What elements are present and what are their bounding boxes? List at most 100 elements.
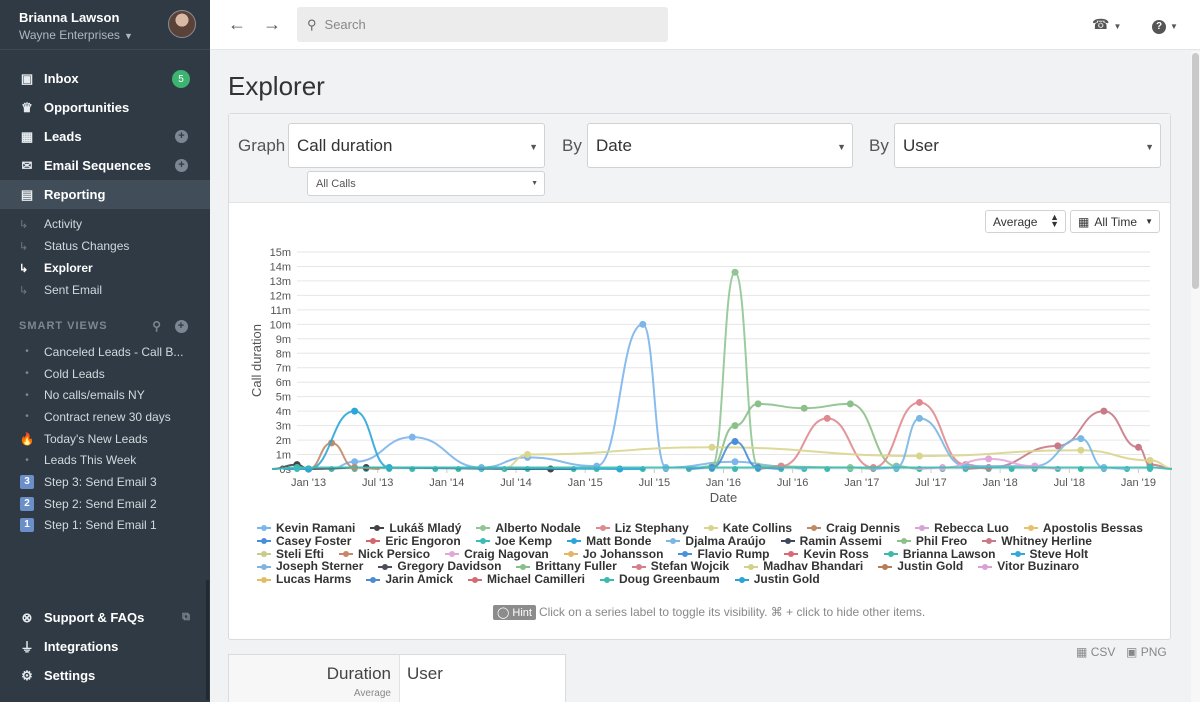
data-point <box>915 414 923 422</box>
reporting-sub-status-changes[interactable]: ↳ Status Changes <box>0 235 210 257</box>
y-tick-label: 7m <box>276 363 291 375</box>
nav-item-opportunities[interactable]: ♛ Opportunities <box>0 93 210 122</box>
data-point <box>846 400 854 408</box>
legend-item[interactable]: Joe Kemp <box>475 533 553 548</box>
legend-item[interactable]: Doug Greenbaum <box>600 573 720 586</box>
nav-item-inbox[interactable]: ▣ Inbox 5 <box>0 64 210 93</box>
legend-label: Lukáš Mladý <box>389 521 462 535</box>
search-input[interactable]: ⚲ Search <box>297 7 668 42</box>
reporting-sub-label: Explorer <box>44 261 93 275</box>
main-scrollbar[interactable] <box>1191 51 1200 702</box>
legend-item[interactable]: Kate Collins <box>703 522 792 535</box>
phone-menu[interactable]: ☎ ▼ <box>1092 16 1121 33</box>
legend-item[interactable]: Phil Freo <box>896 533 968 548</box>
user-column-header[interactable]: User <box>407 664 443 684</box>
legend-item[interactable]: Kevin Ramani <box>257 522 355 535</box>
smart-view-item[interactable]: • Cold Leads <box>0 363 210 385</box>
legend-item[interactable]: Ramin Assemi <box>780 534 882 548</box>
legend-item[interactable]: Casey Foster <box>257 534 351 548</box>
series-swatch-icon <box>475 536 490 546</box>
duration-column-header[interactable]: Duration Average <box>229 655 400 702</box>
back-arrow-icon[interactable]: ← <box>228 14 246 35</box>
help-menu[interactable]: ? ▼ <box>1152 16 1178 34</box>
bullet-icon: • <box>25 389 29 401</box>
legend-item[interactable]: Vitor Buzinaro <box>978 560 1079 573</box>
legend-item[interactable]: Djalma Araújo <box>666 534 766 548</box>
nav-item-support-faqs[interactable]: ⊗ Support & FAQs ⧉ <box>0 603 210 632</box>
series-swatch-icon <box>780 536 795 546</box>
smart-view-item[interactable]: 🔥 Today's New Leads <box>0 428 210 450</box>
smart-views-title: SMART VIEWS <box>19 320 108 332</box>
add-smart-view-icon[interactable]: + <box>175 320 188 333</box>
org-name[interactable]: Wayne Enterprises ▼ <box>19 28 191 42</box>
legend-item[interactable]: Michael Camilleri <box>467 573 585 586</box>
smart-view-item[interactable]: • Leads This Week <box>0 449 210 471</box>
legend-label: Doug Greenbaum <box>619 572 720 587</box>
data-point <box>616 465 624 473</box>
legend-label: Joe Kemp <box>494 533 553 548</box>
reporting-sub-label: Activity <box>44 217 83 231</box>
smart-view-item[interactable]: • No calls/emails NY <box>0 384 210 406</box>
reporting-sub-sent-email[interactable]: ↳ Sent Email <box>0 279 210 301</box>
legend-item[interactable]: Justin Gold <box>734 573 820 586</box>
sub-arrow-icon: ↳ <box>19 218 29 231</box>
smart-view-item[interactable]: • Contract renew 30 days <box>0 406 210 428</box>
data-point <box>351 407 359 415</box>
explorer-panel: Graph Call duration ▼ All Calls ▼ By Date ▼… <box>228 113 1172 640</box>
legend-item[interactable]: Liz Stephany <box>595 521 689 535</box>
nav-item-settings[interactable]: ⚙ Settings <box>0 661 210 690</box>
legend-item[interactable]: Jarin Amick <box>366 573 453 586</box>
sidebar-scrollbar[interactable] <box>206 580 209 700</box>
x-tick-label: Jan '19 <box>1121 477 1156 489</box>
reporting-sub-activity[interactable]: ↳ Activity <box>0 213 210 235</box>
forward-arrow-icon[interactable]: → <box>263 14 281 35</box>
legend-item[interactable]: Alberto Nodale <box>476 522 581 535</box>
data-point <box>731 458 739 466</box>
external-link-icon[interactable]: ⧉ <box>182 611 190 624</box>
series-swatch-icon <box>703 523 718 533</box>
data-point <box>915 398 923 406</box>
chart-hint: ◯ Hint Click on a series label to toggle … <box>493 605 925 620</box>
legend-item[interactable]: Rebecca Luo <box>915 522 1009 535</box>
legend-label: Liz Stephany <box>614 521 689 535</box>
data-point <box>731 268 739 276</box>
csv-label: CSV <box>1090 645 1116 659</box>
nav-item-email-sequences[interactable]: ✉ Email Sequences + <box>0 151 210 180</box>
smart-view-item[interactable]: 1 Step 1: Send Email 1 <box>0 515 210 537</box>
y-tick-label: 12m <box>270 290 291 302</box>
scrollbar-thumb[interactable] <box>1192 53 1199 289</box>
export-png-link[interactable]: ▣ PNG <box>1126 645 1167 659</box>
smart-view-item[interactable]: 2 Step 2: Send Email 2 <box>0 493 210 515</box>
chart-legend: Kevin Ramani Lukáš Mladý Alberto Nodale Liz… <box>257 522 1157 586</box>
smart-view-item[interactable]: 3 Step 3: Send Email 3 <box>0 471 210 493</box>
nav-item-leads[interactable]: ▦ Leads + <box>0 122 210 151</box>
legend-item[interactable]: Matt Bonde <box>567 534 651 548</box>
legend-item[interactable]: Craig Dennis <box>807 522 900 535</box>
legend-item[interactable]: Lucas Harms <box>257 573 351 586</box>
add-icon[interactable]: + <box>175 130 188 143</box>
legend-item[interactable]: Justin Gold <box>878 560 963 573</box>
nav-item-reporting[interactable]: ▤ Reporting <box>0 180 210 209</box>
search-placeholder: Search <box>324 17 366 32</box>
search-icon: ⚲ <box>307 16 317 32</box>
legend-label: Phil Freo <box>915 533 968 548</box>
x-tick-label: Jul '18 <box>1054 477 1085 489</box>
legend-item[interactable]: Lukáš Mladý <box>370 522 461 535</box>
bullet-icon: • <box>25 368 29 380</box>
reporting-sub-explorer[interactable]: ↳ Explorer <box>0 257 210 279</box>
legend-item[interactable]: Eric Engoron <box>366 534 461 548</box>
avatar[interactable] <box>168 10 196 38</box>
smart-view-item[interactable]: • Canceled Leads - Call B... <box>0 341 210 363</box>
legend-item[interactable]: Apostolis Bessas <box>1023 522 1143 535</box>
step-number-icon: 3 <box>19 474 35 489</box>
search-icon[interactable]: ⚲ <box>152 319 162 333</box>
y-tick-label: 13m <box>270 276 291 288</box>
account-switcher[interactable]: Brianna Lawson Wayne Enterprises ▼ <box>0 0 210 50</box>
y-axis-title: Call duration <box>249 324 264 397</box>
legend-label: Jarin Amick <box>385 572 453 587</box>
add-icon[interactable]: + <box>175 159 188 172</box>
sidebar: Brianna Lawson Wayne Enterprises ▼ ▣ Inbox… <box>0 0 210 702</box>
nav-item-integrations[interactable]: ⏚ Integrations <box>0 632 210 661</box>
legend-item[interactable]: Whitney Herline <box>982 534 1092 548</box>
export-csv-link[interactable]: ▦ CSV <box>1076 645 1115 659</box>
